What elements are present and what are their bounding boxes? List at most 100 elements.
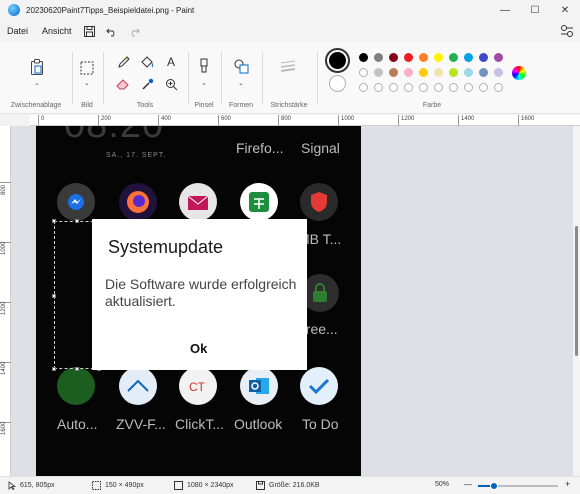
image-size-icon (174, 481, 183, 490)
palette-color-swatch[interactable] (479, 53, 488, 62)
palette-color-swatch[interactable] (449, 68, 458, 77)
palette-color-swatch[interactable] (494, 53, 503, 62)
selection-handle[interactable] (52, 367, 56, 371)
custom-color-slot[interactable] (464, 83, 473, 92)
cursor-position: 615, 805px (8, 481, 55, 490)
menu-bar: Datei Ansicht (0, 20, 580, 42)
text-icon[interactable]: A (163, 54, 179, 70)
palette-color-swatch[interactable] (419, 68, 428, 77)
palette-color-swatch[interactable] (419, 53, 428, 62)
auto-app-icon (57, 367, 95, 405)
custom-color-slot[interactable] (434, 83, 443, 92)
palette-color-swatch[interactable] (389, 68, 398, 77)
ruler-tick: 1600 (0, 422, 11, 435)
undo-icon[interactable] (101, 20, 123, 42)
image-size-text: 1080 × 2340px (187, 482, 234, 489)
shapes-icon[interactable] (233, 58, 249, 74)
palette-color-swatch[interactable] (434, 53, 443, 62)
palette-color-swatch[interactable] (464, 68, 473, 77)
sheets-icon (240, 183, 278, 221)
scrollbar-thumb[interactable] (575, 226, 578, 356)
clickt-icon: CT (179, 367, 217, 405)
zvv-icon (119, 367, 157, 405)
colors-group: Farbe (317, 42, 547, 114)
palette-color-swatch[interactable] (464, 53, 473, 62)
vertical-ruler: 800 1000 1200 1400 1600 (0, 126, 11, 476)
status-bar: 615, 805px 150 × 490px 1080 × 2340px Grö… (0, 476, 580, 494)
dialog-message: Die Software wurde erfolgreich aktualisi… (105, 276, 297, 309)
menu-datei[interactable]: Datei (0, 26, 35, 36)
paste-chevron-icon[interactable]: ⌄ (34, 79, 40, 87)
settings-icon[interactable] (560, 24, 574, 38)
palette-color-swatch[interactable] (359, 53, 368, 62)
mail-app-icon (179, 183, 217, 221)
vertical-scrollbar[interactable] (573, 126, 580, 476)
zoom-out-button[interactable]: — (464, 480, 472, 489)
brushes-label: Pinsel (194, 102, 214, 109)
brush-chevron-icon[interactable]: ⌄ (201, 79, 207, 87)
selection-handle[interactable] (52, 219, 56, 223)
palette-color-swatch[interactable] (374, 53, 383, 62)
palette-color-swatch[interactable] (374, 68, 383, 77)
ruler-tick: 1000 (0, 242, 11, 255)
palette-color-swatch[interactable] (404, 68, 413, 77)
selection-handle[interactable] (75, 219, 79, 223)
zoom-slider-knob[interactable] (490, 482, 498, 490)
shapes-group: ⌄ Formen (221, 42, 261, 114)
window-title: 20230620Paint7Tipps_Beispieldatei.png - … (26, 5, 195, 15)
custom-color-slot[interactable] (449, 83, 458, 92)
custom-color-slot[interactable] (389, 83, 398, 92)
custom-color-slot[interactable] (479, 83, 488, 92)
magnifier-icon[interactable] (163, 76, 179, 92)
ruler-tick: 600 (218, 115, 231, 126)
phone-clock: 08:20 (64, 126, 164, 147)
selection-handle[interactable] (52, 294, 56, 298)
fill-icon[interactable] (139, 54, 155, 70)
menu-ansicht[interactable]: Ansicht (35, 26, 79, 36)
close-button[interactable]: ✕ (550, 0, 580, 20)
redo-icon[interactable] (123, 20, 145, 42)
palette-color-swatch[interactable] (494, 68, 503, 77)
ruler-tick: 800 (278, 115, 291, 126)
pencil-icon[interactable] (115, 54, 131, 70)
shapes-chevron-icon[interactable]: ⌄ (238, 79, 244, 87)
ruler-tick: 1600 (518, 115, 534, 126)
custom-color-slot[interactable] (374, 83, 383, 92)
colors-label: Farbe (422, 102, 442, 109)
clipboard-label: Zwischenablage (10, 102, 62, 109)
outlook-icon (240, 367, 278, 405)
zoom-percent[interactable]: 50% (435, 481, 449, 488)
primary-color-swatch[interactable] (325, 48, 350, 73)
minimize-button[interactable]: — (490, 0, 520, 20)
maximize-button[interactable]: ☐ (520, 0, 550, 20)
custom-color-slot[interactable] (359, 83, 368, 92)
shapes-label: Formen (228, 102, 254, 109)
app-label-signal: Signal (301, 140, 340, 156)
stroke-size-icon (280, 58, 296, 74)
eraser-icon[interactable] (115, 76, 131, 92)
color-picker-icon[interactable] (139, 76, 155, 92)
zoom-slider[interactable] (478, 482, 558, 490)
palette-color-swatch[interactable] (449, 53, 458, 62)
ruler-tick: 200 (98, 115, 111, 126)
select-chevron-icon[interactable]: ⌄ (84, 79, 90, 87)
custom-color-slot[interactable] (419, 83, 428, 92)
selection-size-text: 150 × 490px (105, 482, 144, 489)
custom-color-slot[interactable] (494, 83, 503, 92)
palette-color-swatch[interactable] (479, 68, 488, 77)
palette-color-swatch[interactable] (359, 68, 368, 77)
secondary-color-swatch[interactable] (329, 75, 346, 92)
palette-color-swatch[interactable] (434, 68, 443, 77)
save-icon[interactable] (79, 20, 101, 42)
zoom-in-button[interactable]: + (565, 479, 570, 489)
select-icon[interactable] (79, 60, 95, 76)
brush-icon[interactable] (196, 58, 212, 74)
paste-icon[interactable] (28, 58, 46, 76)
title-bar: 20230620Paint7Tipps_Beispieldatei.png - … (0, 0, 580, 20)
palette-color-swatch[interactable] (404, 53, 413, 62)
palette-color-swatch[interactable] (389, 53, 398, 62)
ruler-tick: 1000 (338, 115, 354, 126)
custom-color-slot[interactable] (404, 83, 413, 92)
edit-colors-icon[interactable] (512, 66, 526, 80)
selection-handle[interactable] (75, 367, 79, 371)
